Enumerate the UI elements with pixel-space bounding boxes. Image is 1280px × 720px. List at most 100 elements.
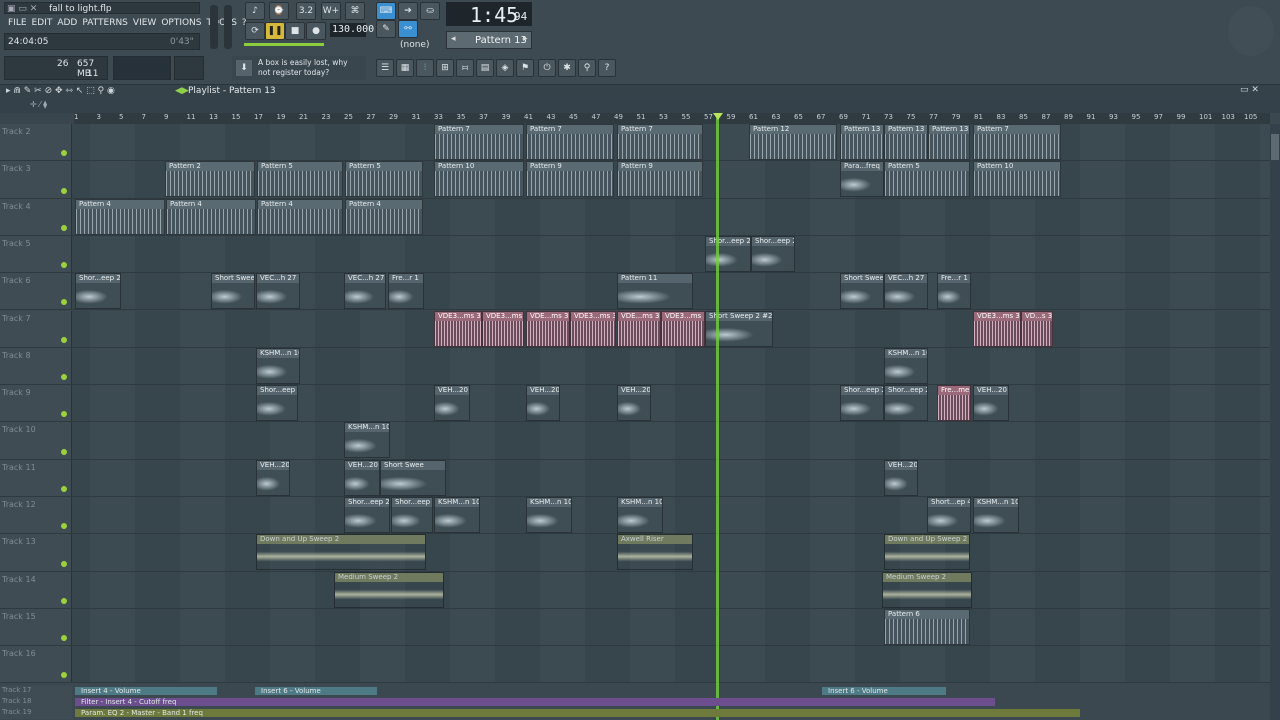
playlist-clip[interactable]: Shor...eep 2 xyxy=(75,273,121,310)
playlist-arrow-icon[interactable]: ◀▶ xyxy=(175,86,189,96)
track-label[interactable]: Track 4 xyxy=(0,198,72,235)
download-icon[interactable]: ⬇ xyxy=(236,60,252,76)
playlist-clip[interactable]: Shor...eep 2 xyxy=(884,385,928,422)
playlist-clip[interactable]: Medium Sweep 2 xyxy=(882,571,972,608)
playlist-clip[interactable]: VEC...h 27 xyxy=(256,273,300,310)
playlist-clip[interactable]: Pattern 7 xyxy=(526,124,614,160)
playlist-clip[interactable]: Pattern 4 xyxy=(257,198,343,235)
menu-edit[interactable]: EDIT xyxy=(32,18,53,28)
playlist-clip[interactable]: VDE...ms 3 xyxy=(617,310,661,347)
tempo-display[interactable]: 130.000 xyxy=(330,23,374,37)
track-mute-led[interactable] xyxy=(61,523,67,530)
playlist-clip[interactable]: VEC...h 27 xyxy=(344,273,386,310)
playlist-clip[interactable]: Pattern 7 xyxy=(434,124,524,160)
track-mute-led[interactable] xyxy=(61,150,67,157)
cpu-button[interactable]: ✱ xyxy=(558,59,576,77)
playlist-button[interactable]: ☰ xyxy=(376,59,394,77)
timeline-ruler[interactable]: 1 3 5 7 9 11 13 15 17 19 21 23 25 27 29 31 33 35 37 39 41 43 4… xyxy=(74,113,1270,124)
playhead-marker-icon[interactable] xyxy=(713,113,723,120)
playlist-clip[interactable]: KSHM...n 10 xyxy=(617,497,663,533)
playlist-clip[interactable]: VEH...20 xyxy=(884,459,918,496)
playlist-clip[interactable]: KSHM...n 10 xyxy=(256,347,300,384)
track-label[interactable]: Track 11 xyxy=(0,459,72,496)
mixer-button[interactable]: ⊞ xyxy=(436,59,454,77)
playlist-clip[interactable]: VEH...20 xyxy=(344,459,380,496)
playlist-clip[interactable]: Fre...r 1 xyxy=(388,273,424,310)
playlist-clip[interactable]: Pattern 7 xyxy=(617,124,703,160)
channel-rack-button[interactable]: ⫶ xyxy=(416,59,434,77)
pause-button[interactable]: ❚❚ xyxy=(265,22,285,40)
playlist-clip[interactable]: Down and Up Sweep 2 xyxy=(256,534,426,571)
playlist-clip[interactable]: Axwell Riser xyxy=(617,534,693,571)
link-button[interactable]: ⚯ xyxy=(398,20,418,38)
playlist-clip[interactable]: Shor...eep 2 xyxy=(751,235,795,272)
playlist-clip[interactable]: Shor...eep 2 xyxy=(344,497,390,533)
track-mute-led[interactable] xyxy=(61,262,67,269)
automation-clip[interactable]: Insert 4 - Volume xyxy=(75,687,217,695)
playlist-clip[interactable]: Pattern 10 xyxy=(973,161,1061,198)
track-label[interactable]: Track 16 xyxy=(0,646,72,683)
window-controls[interactable]: ▭ ✕ xyxy=(1240,85,1259,95)
help-button[interactable]: ? xyxy=(598,59,616,77)
typing-keyboard-button[interactable]: ⌨ xyxy=(376,2,396,20)
blend-notes-button[interactable]: ⌘ xyxy=(345,2,365,20)
track-mute-led[interactable] xyxy=(61,560,67,567)
playlist-clip[interactable]: KSHM...n 10 xyxy=(973,497,1019,533)
playhead[interactable] xyxy=(716,113,719,720)
playlist-clip[interactable]: VEH...20 xyxy=(434,385,470,422)
menu-options[interactable]: OPTIONS xyxy=(161,18,201,28)
playlist-clip[interactable]: VEH...20 xyxy=(526,385,560,422)
menu-patterns[interactable]: PATTERNS xyxy=(82,18,128,28)
playlist-tool-icons[interactable]: ▸ ⋒ ✎ ✂ ⊘ ✥ ⇿ ↖ ⬚ ⚲ ◉ xyxy=(6,86,115,96)
vertical-scrollbar[interactable] xyxy=(1270,124,1280,720)
track-label[interactable]: Track 3 xyxy=(0,161,72,198)
edison-button[interactable]: ⚑ xyxy=(516,59,534,77)
track-label[interactable]: Track 15 xyxy=(0,608,72,646)
playlist-clip[interactable]: Pattern 13 xyxy=(840,124,884,160)
playlist-clip[interactable]: Short...ep 4 xyxy=(927,497,971,533)
playlist-clip[interactable]: Short Swee xyxy=(380,459,446,496)
playlist-clip[interactable]: VEH...20 xyxy=(617,385,651,422)
playlist-clip[interactable]: Pattern 4 xyxy=(345,198,423,235)
track-mute-led[interactable] xyxy=(61,672,67,679)
playlist-clip[interactable]: Pattern 6 xyxy=(884,608,970,645)
playlist-clip[interactable]: Pattern 9 xyxy=(526,161,614,198)
track-mute-led[interactable] xyxy=(61,485,67,492)
playlist-clip[interactable]: VDE3...ms 3 xyxy=(973,310,1021,347)
playlist-clip[interactable]: KSHM...n 10 xyxy=(434,497,480,533)
automation-clip[interactable]: Filter - Insert 4 - Cutoff freq xyxy=(75,698,995,706)
countdown-button[interactable]: 3.2 xyxy=(296,2,316,20)
track-mute-led[interactable] xyxy=(61,187,67,194)
playlist-clip[interactable]: Fre...me xyxy=(937,385,971,422)
window-icons[interactable]: ▣ ▭ ✕ xyxy=(7,4,37,14)
playlist-clip[interactable]: KSHM...n 10 xyxy=(526,497,572,533)
menu-add[interactable]: ADD xyxy=(57,18,77,28)
automation-track-label[interactable]: Track 17 xyxy=(0,686,72,697)
menu-file[interactable]: FILE xyxy=(8,18,27,28)
track-label[interactable]: Track 6 xyxy=(0,273,72,310)
automation-track-label[interactable]: Track 19 xyxy=(0,708,72,719)
playlist-clip[interactable]: Pattern 12 xyxy=(749,124,837,160)
playlist-clip[interactable]: VEH...20 xyxy=(256,459,290,496)
playlist-clip[interactable]: VDE...ms 3 xyxy=(526,310,570,347)
menu-view[interactable]: VIEW xyxy=(133,18,156,28)
snap-icons[interactable]: ✛ ⁄ ⧫ xyxy=(30,100,47,109)
playlist-clip[interactable]: Short Swee xyxy=(211,273,255,310)
song-mode-button[interactable]: ⟳ xyxy=(245,22,265,40)
sliders-button[interactable]: ⧦ xyxy=(456,59,474,77)
playlist-clip[interactable]: VDE3...ms 3 xyxy=(434,310,482,347)
playlist-clip[interactable]: Pattern 5 xyxy=(884,161,970,198)
playlist-clip[interactable]: Medium Sweep 2 xyxy=(334,571,444,608)
record-button[interactable]: ● xyxy=(306,22,326,40)
track-mute-led[interactable] xyxy=(61,336,67,343)
automation-clip[interactable]: Insert 6 - Volume xyxy=(255,687,377,695)
track-mute-led[interactable] xyxy=(61,448,67,455)
playlist-clip[interactable]: Pattern 5 xyxy=(257,161,343,198)
channel-selector[interactable]: (none) xyxy=(400,40,429,50)
track-label[interactable]: Track 8 xyxy=(0,347,72,385)
track-label[interactable]: Track 13 xyxy=(0,534,72,571)
track-mute-led[interactable] xyxy=(61,411,67,418)
stamp-button[interactable]: ⛀ xyxy=(420,2,440,20)
playlist-clip[interactable]: Fre...r 1 xyxy=(937,273,971,310)
playlist-clip[interactable]: VEH...20 xyxy=(973,385,1009,422)
